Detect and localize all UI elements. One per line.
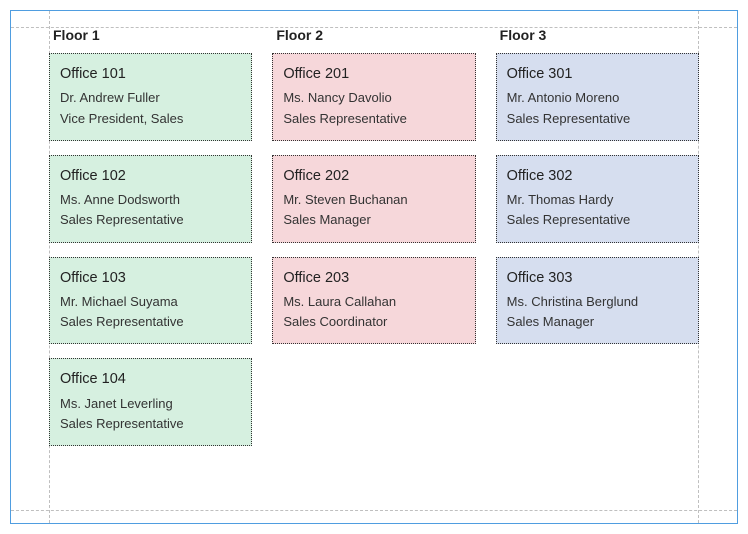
office-number: Office 301 — [507, 63, 688, 85]
employee-name: Mr. Antonio Moreno — [507, 88, 688, 108]
employee-name: Ms. Janet Leverling — [60, 394, 241, 414]
employee-title: Sales Representative — [60, 210, 241, 230]
office-card[interactable]: Office 104 Ms. Janet LeverlingSales Repre… — [49, 358, 252, 446]
office-card[interactable]: Office 202 Mr. Steven BuchananSales Manag… — [272, 155, 475, 243]
employee-title: Sales Representative — [283, 109, 464, 129]
employee-title: Sales Representative — [507, 109, 688, 129]
floor-column: Floor 3Office 301Mr. Antonio MorenoSales… — [496, 27, 699, 511]
office-list: Office 201 Ms. Nancy DavolioSales Represe… — [272, 53, 475, 344]
office-number: Office 302 — [507, 165, 688, 187]
employee-name: Ms. Anne Dodsworth — [60, 190, 241, 210]
office-card[interactable]: Office 102 Ms. Anne DodsworthSales Repres… — [49, 155, 252, 243]
office-list: Office 301Mr. Antonio MorenoSales Repres… — [496, 53, 699, 344]
employee-name: Mr. Thomas Hardy — [507, 190, 688, 210]
employee-title: Sales Manager — [507, 312, 688, 332]
floor-column: Floor 2Office 201Ms. Nancy DavolioSales … — [272, 27, 475, 511]
employee-title: Vice President, Sales — [60, 109, 241, 129]
employee-name: Dr. Andrew Fuller — [60, 88, 241, 108]
employee-title: Sales Representative — [507, 210, 688, 230]
floor-columns: Floor 1 Office 101 Dr. Andrew FullerVice P… — [49, 27, 699, 511]
office-number: Office 303 — [507, 267, 688, 289]
employee-name: Ms. Laura Callahan — [283, 292, 464, 312]
office-card[interactable]: Office 201 Ms. Nancy DavolioSales Represe… — [272, 53, 475, 141]
floor-column: Floor 1 Office 101 Dr. Andrew FullerVice P… — [49, 27, 252, 511]
office-card[interactable]: Office 101 Dr. Andrew FullerVice Presiden… — [49, 53, 252, 141]
office-number: Office 201 — [283, 63, 464, 85]
office-card[interactable]: Office 303 Ms. Christina BerglundSales Ma… — [496, 257, 699, 345]
employee-name: Mr. Michael Suyama — [60, 292, 241, 312]
office-number: Office 101 — [60, 63, 241, 85]
layout-panel: Floor 1 Office 101 Dr. Andrew FullerVice P… — [10, 10, 738, 524]
office-card[interactable]: Office 203 Ms. Laura CallahanSales Coordi… — [272, 257, 475, 345]
employee-name: Ms. Nancy Davolio — [283, 88, 464, 108]
employee-name: Mr. Steven Buchanan — [283, 190, 464, 210]
employee-title: Sales Coordinator — [283, 312, 464, 332]
office-number: Office 103 — [60, 267, 241, 289]
floor-header: Floor 1 — [53, 27, 252, 43]
office-card[interactable]: Office 103 Mr. Michael SuyamaSales Repres… — [49, 257, 252, 345]
employee-name: Ms. Christina Berglund — [507, 292, 688, 312]
office-card[interactable]: Office 301 Mr. Antonio MorenoSales Repres… — [496, 53, 699, 141]
office-number: Office 202 — [283, 165, 464, 187]
floor-header: Floor 2 — [276, 27, 475, 43]
office-number: Office 203 — [283, 267, 464, 289]
office-list: Office 101 Dr. Andrew FullerVice Presiden… — [49, 53, 252, 446]
office-number: Office 102 — [60, 165, 241, 187]
employee-title: Sales Manager — [283, 210, 464, 230]
employee-title: Sales Representative — [60, 414, 241, 434]
office-card[interactable]: Office 302 Mr. Thomas HardySales Represen… — [496, 155, 699, 243]
employee-title: Sales Representative — [60, 312, 241, 332]
floor-header: Floor 3 — [500, 27, 699, 43]
office-number: Office 104 — [60, 368, 241, 390]
